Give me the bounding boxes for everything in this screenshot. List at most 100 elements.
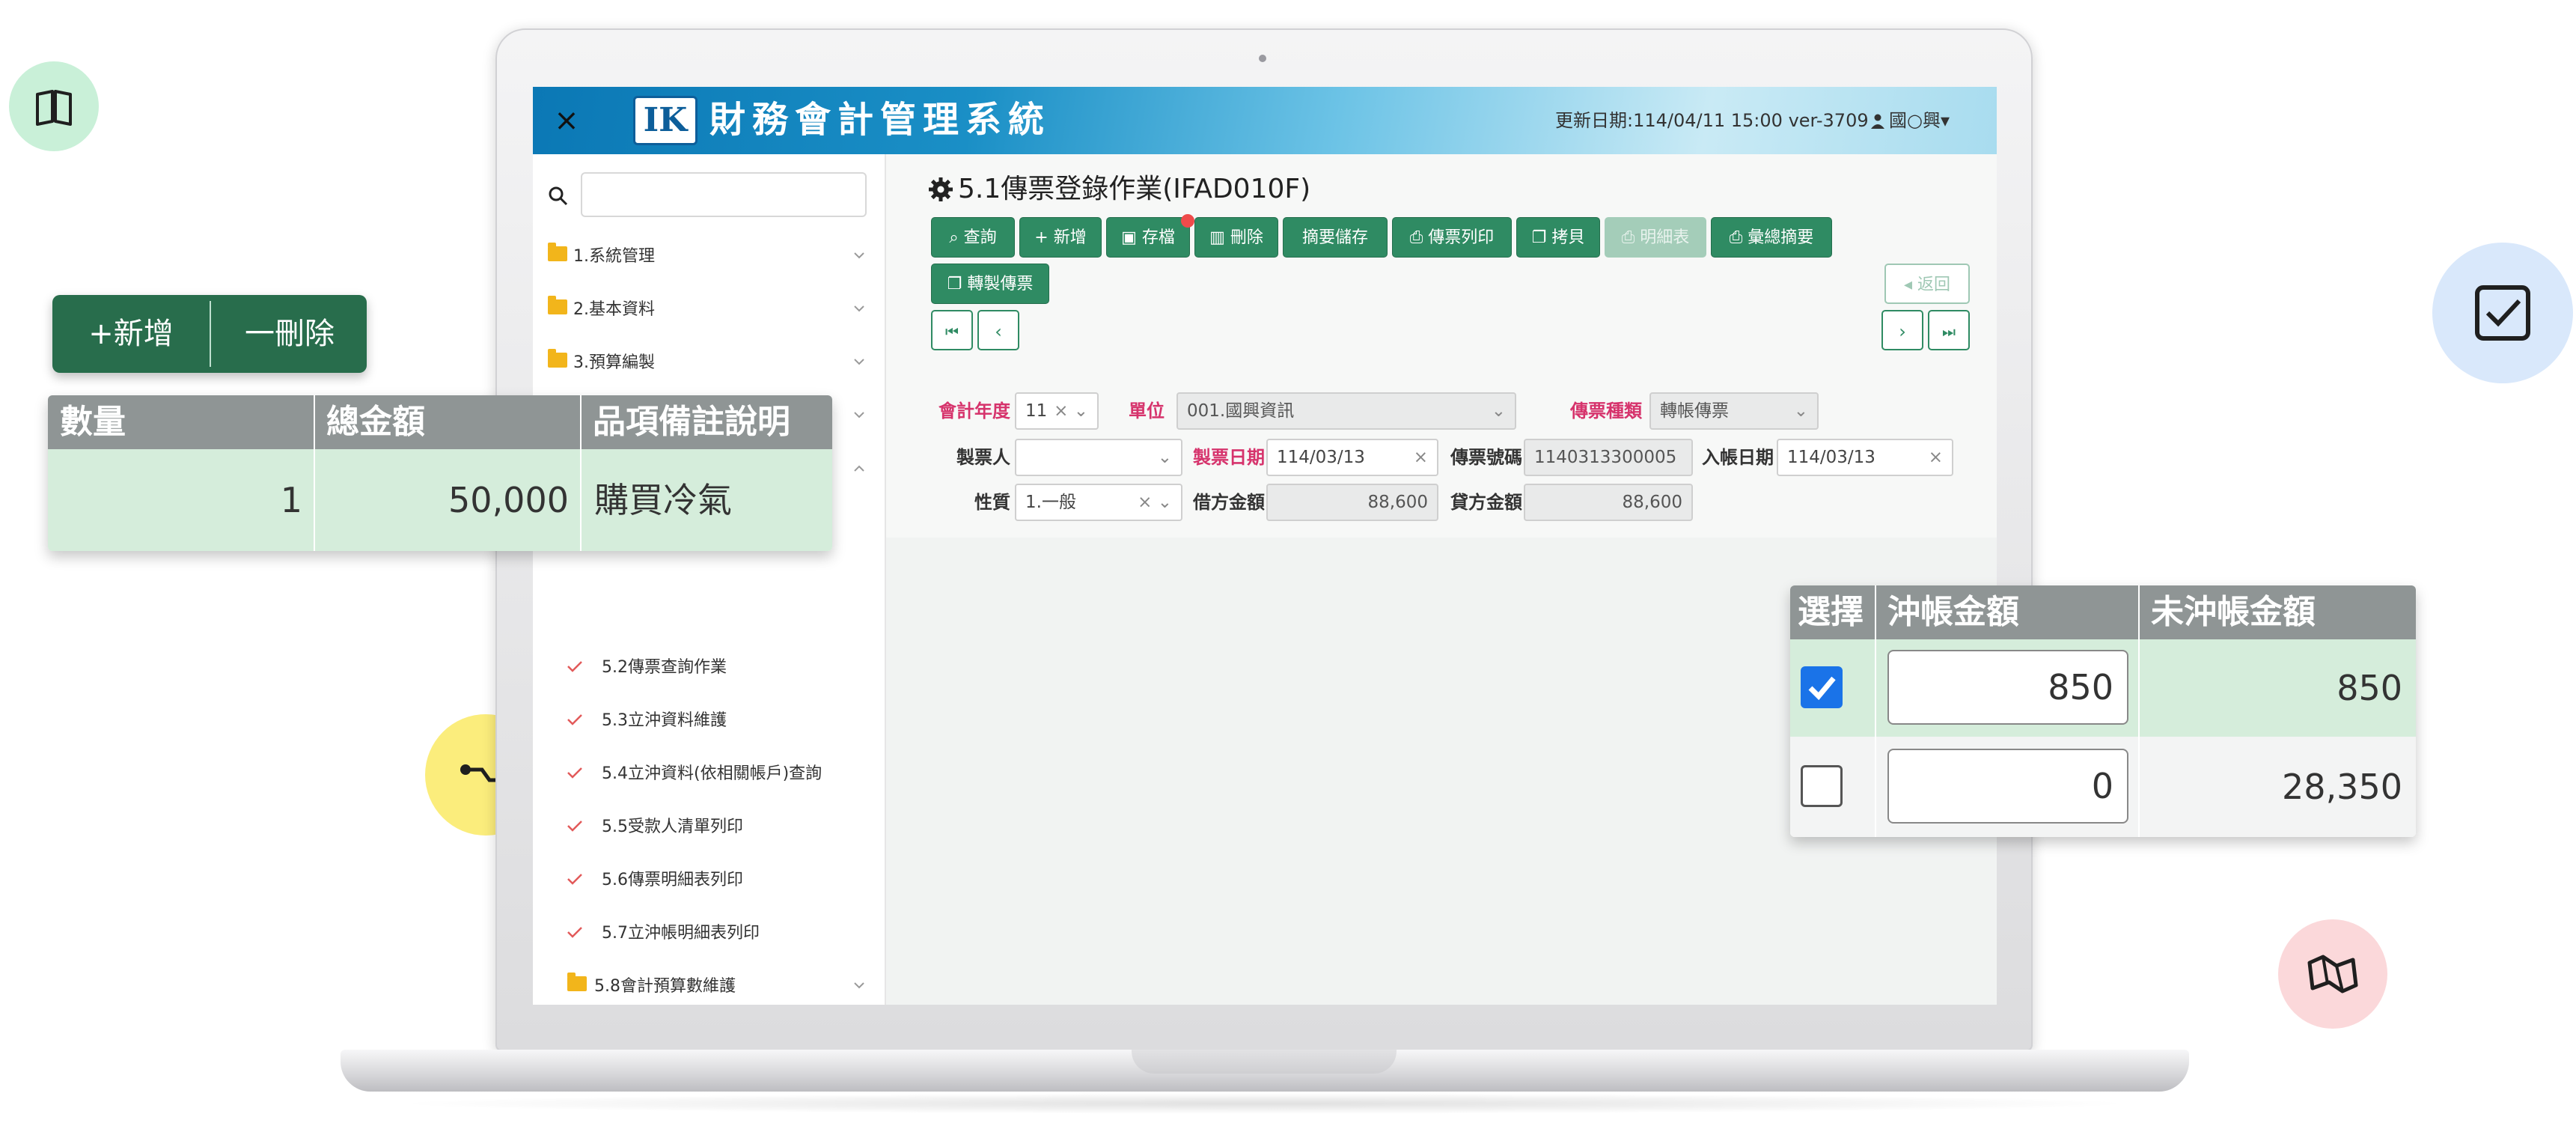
check-icon (567, 927, 582, 938)
chevron-down-icon (854, 359, 864, 365)
credit-amount: 88,600 (1524, 484, 1693, 521)
credit-label: 貸方金額 (1450, 492, 1522, 513)
page-title: 5.1傳票登錄作業(IFAD010F) (958, 174, 1311, 204)
voucher-type-label: 傳票種類 (1570, 401, 1642, 421)
print-voucher-button[interactable]: ⎙ 傳票列印 (1392, 217, 1512, 258)
query-button[interactable]: ⌕ 查詢 (931, 217, 1015, 258)
check-icon (567, 714, 582, 725)
remaining-cell: 850 (2337, 668, 2402, 708)
folder-icon (548, 243, 567, 261)
chevron-down-icon (854, 982, 864, 989)
check-icon (567, 661, 582, 672)
delete-button[interactable]: ▥ 刪除 (1194, 217, 1278, 258)
unsaved-indicator (1181, 214, 1194, 228)
row-checkbox-checked[interactable] (1801, 666, 1843, 708)
last-record-button[interactable]: ⏭ (1928, 310, 1970, 350)
folder-icon (548, 349, 567, 368)
nature-label: 性質 (974, 492, 1010, 513)
copy-button[interactable]: ❐ 拷貝 (1516, 217, 1600, 258)
user-name: 國○興▾ (1889, 110, 1950, 131)
summary-table-button[interactable]: ⎙ 彙總摘要 (1711, 217, 1832, 258)
sidebar-item-label: 2.基本資料 (573, 300, 655, 319)
column-divider (580, 395, 582, 551)
row-checkbox-unchecked[interactable] (1801, 765, 1843, 807)
floating-button-group: +新增 一刪除 (52, 295, 367, 373)
maker-label: 製票人 (956, 447, 1010, 468)
next-record-button[interactable]: › (1881, 310, 1923, 350)
offset-amount-input[interactable]: 0 (1887, 749, 2128, 824)
map-icon (2307, 955, 2358, 993)
sidebar-item-label: 5.5受款人清單列印 (602, 818, 743, 836)
offset-amount-input[interactable]: 850 (1887, 650, 2128, 725)
app-header: × IK 財務會計管理系統 更新日期:114/04/11 15:00 ver-3… (533, 87, 1997, 154)
checkbox-icon-badge (2432, 243, 2573, 383)
sidebar-item-5-4[interactable]: 5.4立沖資料(依相關帳戶)查詢 (533, 747, 886, 800)
update-info: 更新日期:114/04/11 15:00 ver-3709 (1555, 110, 1869, 131)
table-header-note: 品項備註說明 (581, 395, 832, 449)
sidebar-item-5-5[interactable]: 5.5受款人清單列印 (533, 800, 886, 853)
user-menu[interactable]: 國○興▾ (1871, 106, 1950, 135)
make-date-label: 製票日期 (1193, 447, 1265, 468)
book-icon-badge (9, 61, 99, 151)
maker-select[interactable]: ⌄ (1015, 439, 1182, 476)
debit-amount: 88,600 (1266, 484, 1438, 521)
sidebar-item-label: 5.3立沖資料維護 (602, 711, 727, 730)
sidebar-item-5-6[interactable]: 5.6傳票明細表列印 (533, 853, 886, 907)
prev-record-button[interactable]: ‹ (977, 310, 1019, 350)
sidebar: 1.系統管理 2.基本資料 3.預算編製 5.2傳票查詢作業 5.3立沖資料維護… (533, 154, 886, 1005)
laptop-camera (1259, 55, 1266, 62)
nature-select[interactable]: 1.一般 × ⌄ (1015, 484, 1182, 521)
table-header-offset-amount: 沖帳金額 (1875, 585, 2139, 639)
folder-icon (548, 296, 567, 314)
check-icon (567, 874, 582, 885)
post-date-input[interactable]: 114/03/13 × (1777, 439, 1953, 476)
sidebar-item-label: 5.4立沖資料(依相關帳戶)查詢 (602, 764, 822, 783)
app-title: 財務會計管理系統 (709, 99, 1052, 141)
save-summary-button[interactable]: 摘要儲存 (1283, 217, 1388, 258)
convert-voucher-button[interactable]: ❐ 轉製傳票 (931, 264, 1049, 304)
close-button[interactable]: × (549, 103, 584, 138)
float-add-button[interactable]: +新增 (52, 295, 210, 373)
sidebar-item-5-3[interactable]: 5.3立沖資料維護 (533, 694, 886, 747)
detail-button[interactable]: ⎙ 明細表 (1605, 217, 1706, 258)
table-header-amount: 總金額 (314, 395, 581, 449)
folder-icon (567, 973, 587, 991)
book-icon (36, 90, 72, 126)
voucher-type-select[interactable]: 轉帳傳票 ⌄ (1649, 392, 1819, 430)
check-icon (1808, 676, 1836, 701)
chevron-up-icon (854, 465, 864, 472)
sidebar-item-label: 3.預算編製 (573, 353, 655, 372)
voucher-form: 5.1傳票登錄作業(IFAD010F) ⌕ 查詢 + 新增 ▣ 存檔 ▥ 刪除 … (886, 154, 1997, 538)
add-button[interactable]: + 新增 (1019, 217, 1102, 258)
check-icon (567, 767, 582, 779)
table-header-remaining: 未沖帳金額 (2139, 585, 2416, 639)
sidebar-item-label: 5.8會計預算數維護 (594, 977, 736, 996)
sidebar-item-label: 5.6傳票明細表列印 (602, 871, 743, 889)
fiscal-year-select[interactable]: 11 × ⌄ (1015, 392, 1099, 430)
remaining-cell: 28,350 (2282, 767, 2402, 807)
voucher-no-input[interactable]: 1140313300005 (1524, 439, 1693, 476)
sidebar-item-basic[interactable]: 2.基本資料 (533, 283, 886, 336)
sidebar-item-system[interactable]: 1.系統管理 (533, 230, 886, 283)
make-date-input[interactable]: 114/03/13 × (1266, 439, 1438, 476)
table-header-select: 選擇 (1790, 585, 1875, 639)
chevron-down-icon (854, 252, 864, 259)
float-delete-button[interactable]: 一刪除 (211, 295, 368, 373)
back-button[interactable]: ◂ 返回 (1884, 264, 1970, 304)
company-logo: IK (633, 96, 698, 145)
sidebar-search-input[interactable] (581, 172, 867, 217)
first-record-button[interactable]: ⏮ (931, 310, 973, 350)
save-button[interactable]: ▣ 存檔 (1106, 217, 1190, 258)
debit-label: 借方金額 (1193, 492, 1265, 513)
checkbox-icon (2475, 285, 2530, 341)
chevron-down-icon (854, 412, 864, 419)
search-icon (549, 186, 568, 206)
sidebar-item-5-7[interactable]: 5.7立沖帳明細表列印 (533, 907, 886, 960)
unit-select[interactable]: 001.國興資訊 ⌄ (1176, 392, 1516, 430)
sidebar-item-5-8[interactable]: 5.8會計預算數維護 (533, 960, 886, 1005)
sidebar-item-5-2[interactable]: 5.2傳票查詢作業 (533, 641, 886, 694)
voucher-no-label: 傳票號碼 (1450, 447, 1522, 468)
sidebar-item-budget[interactable]: 3.預算編製 (533, 336, 886, 389)
fiscal-year-label: 會計年度 (938, 401, 1010, 421)
unit-label: 單位 (1129, 401, 1165, 421)
